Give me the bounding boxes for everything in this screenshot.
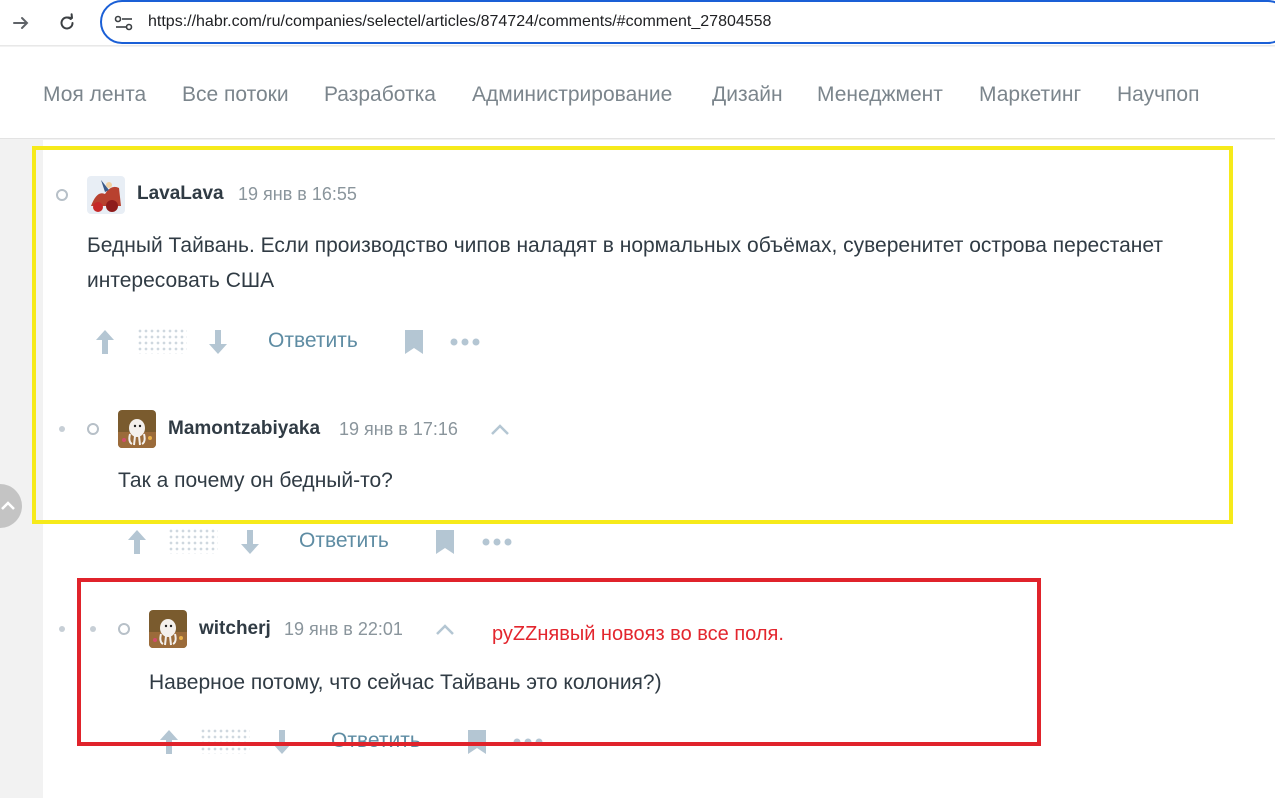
- nav-item-popsci[interactable]: Научпоп: [1117, 83, 1199, 107]
- site-navigation: Моя лента Все потоки Разработка Админист…: [0, 47, 1275, 139]
- yellow-highlight-box: [32, 146, 1233, 524]
- thread-depth-dot-icon: [59, 626, 65, 632]
- more-options-icon[interactable]: [481, 537, 513, 547]
- nav-item-all-streams[interactable]: Все потоки: [182, 83, 289, 107]
- forward-arrow-icon[interactable]: [6, 8, 36, 38]
- scroll-up-button[interactable]: [0, 484, 22, 528]
- reply-button[interactable]: Ответить: [299, 529, 389, 553]
- annotation-note: руZZнявый новояз во все поля.: [492, 623, 784, 645]
- reload-icon[interactable]: [52, 8, 82, 38]
- nav-item-marketing[interactable]: Маркетинг: [979, 83, 1081, 107]
- url-text[interactable]: https://habr.com/ru/companies/selectel/a…: [148, 13, 771, 31]
- red-highlight-box: [77, 578, 1041, 746]
- nav-item-design[interactable]: Дизайн: [712, 83, 783, 107]
- bookmark-icon[interactable]: [435, 529, 455, 555]
- browser-toolbar: https://habr.com/ru/companies/selectel/a…: [0, 0, 1275, 46]
- nav-item-management[interactable]: Менеджмент: [817, 83, 943, 107]
- site-settings-icon[interactable]: [114, 14, 134, 32]
- address-bar[interactable]: https://habr.com/ru/companies/selectel/a…: [100, 0, 1275, 44]
- nav-item-my-feed[interactable]: Моя лента: [43, 83, 146, 107]
- vote-up-icon[interactable]: [125, 528, 149, 556]
- vote-down-icon[interactable]: [238, 528, 262, 556]
- rating-hidden: [168, 528, 218, 554]
- nav-item-development[interactable]: Разработка: [324, 83, 436, 107]
- nav-item-administration[interactable]: Администрирование: [472, 83, 672, 107]
